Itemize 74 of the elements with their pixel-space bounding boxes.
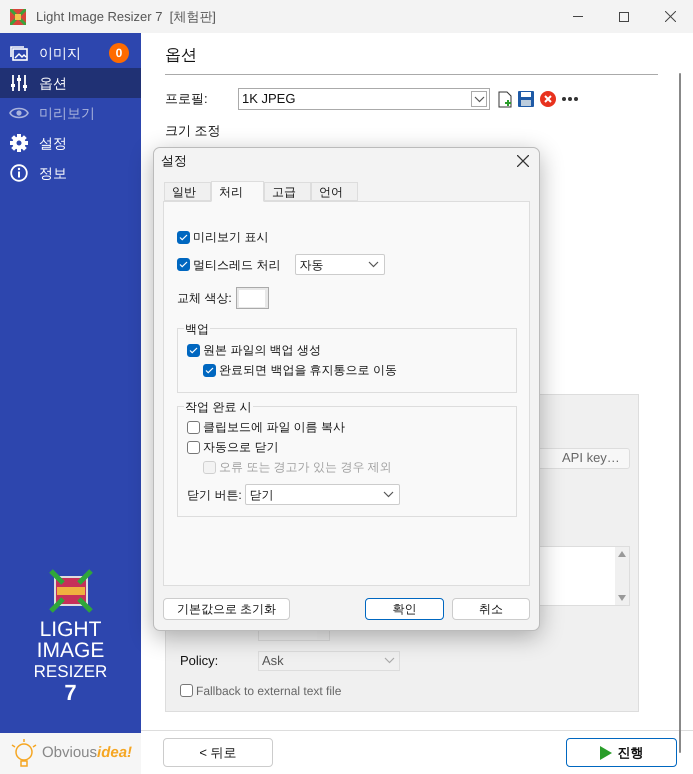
tab[interactable]: 언어 (311, 182, 358, 201)
checkbox-label: 오류 또는 경고가 있는 경우 제외 (219, 459, 392, 476)
chevron-icon (382, 491, 394, 498)
reset-button[interactable]: 기본값으로 초기화 (163, 598, 290, 620)
thread-select[interactable]: 자동 (295, 254, 386, 275)
checkbox[interactable] (177, 258, 190, 271)
profile-select[interactable]: 1K JPEG (238, 88, 490, 110)
tab[interactable]: 일반 (164, 182, 211, 201)
back-button[interactable]: < 뒤로 (163, 738, 273, 767)
logo-text: RESIZER (34, 661, 108, 682)
ok-button[interactable]: 확인 (365, 598, 444, 620)
checkbox[interactable] (187, 344, 200, 356)
close-icon[interactable] (517, 155, 529, 167)
field-label: 닫기 버튼: (187, 486, 242, 504)
delete-icon[interactable] (540, 91, 556, 107)
checkbox[interactable] (177, 230, 190, 244)
window-title: Light Image Resizer 7 [체험판] (36, 8, 216, 26)
more-icon[interactable] (562, 97, 578, 101)
scroll-up-icon[interactable] (618, 550, 626, 556)
scrollbar[interactable] (615, 546, 629, 604)
tab[interactable]: 고급 (264, 182, 311, 201)
section-label: 크기 조정 (165, 122, 222, 140)
checkbox-label: Fallback to external text file (196, 682, 342, 700)
tab[interactable]: 처리 (211, 181, 264, 202)
checkbox[interactable] (187, 420, 200, 434)
count-badge: 0 (109, 43, 129, 63)
eye-icon (9, 106, 29, 120)
dialog-title: 설정 (161, 152, 187, 170)
sidebar-item[interactable]: 설정 (0, 128, 141, 158)
checkbox-label: 자동으로 닫기 (203, 439, 278, 456)
field-label: Policy: (180, 652, 220, 670)
cancel-button[interactable]: 취소 (452, 598, 530, 620)
play-icon (600, 746, 612, 760)
scroll-down-icon[interactable] (618, 594, 626, 600)
logo-icon (48, 569, 92, 613)
run-button[interactable]: 진행 (566, 738, 677, 767)
checkbox[interactable] (180, 684, 193, 697)
check-icon (205, 366, 214, 374)
new-file-icon[interactable] (498, 90, 512, 108)
pictures-icon (9, 44, 29, 62)
gear-icon (10, 134, 28, 152)
save-icon[interactable] (518, 91, 534, 107)
app-icon (10, 8, 26, 24)
chevron-icon (474, 96, 484, 102)
chevron-icon (368, 261, 380, 268)
policy-select[interactable]: Ask (258, 650, 400, 670)
close-icon[interactable] (664, 11, 676, 22)
close-button-select[interactable]: 닫기 (244, 484, 400, 505)
info-icon (10, 164, 28, 182)
logo-text: IMAGE (36, 640, 104, 661)
maximize-icon[interactable] (619, 12, 629, 22)
check-icon (189, 346, 198, 354)
checkbox-label: 멀티스레드 처리 (193, 256, 280, 274)
checkbox-label: 클립보드에 파일 이름 복사 (203, 419, 346, 436)
brand-name: Obviousidea! (42, 743, 132, 764)
sidebar-item[interactable]: 옵션 (0, 68, 141, 98)
check-icon (179, 261, 188, 268)
field-label: 프로필: (165, 90, 209, 108)
checkbox-label: 미리보기 표시 (193, 229, 268, 246)
checkbox-label: 원본 파일의 백업 생성 (203, 342, 322, 359)
field-label: 교체 색상: (177, 290, 232, 307)
logo-text: LIGHT (40, 619, 102, 640)
sidebar-item[interactable]: 정보 (0, 158, 141, 188)
lightbulb-icon (10, 738, 38, 768)
sidebar-item[interactable]: 이미지 0 (0, 38, 141, 68)
color-swatch[interactable] (236, 287, 269, 309)
chevron-icon (384, 657, 395, 664)
checkbox[interactable] (187, 440, 200, 454)
logo-text: 7 (64, 682, 77, 703)
check-icon (179, 234, 188, 240)
checkbox[interactable] (203, 364, 216, 376)
sliders-icon (10, 74, 28, 92)
page-heading: 옵션 (165, 44, 658, 75)
checkbox-label: 완료되면 백업을 휴지통으로 이동 (219, 362, 398, 379)
